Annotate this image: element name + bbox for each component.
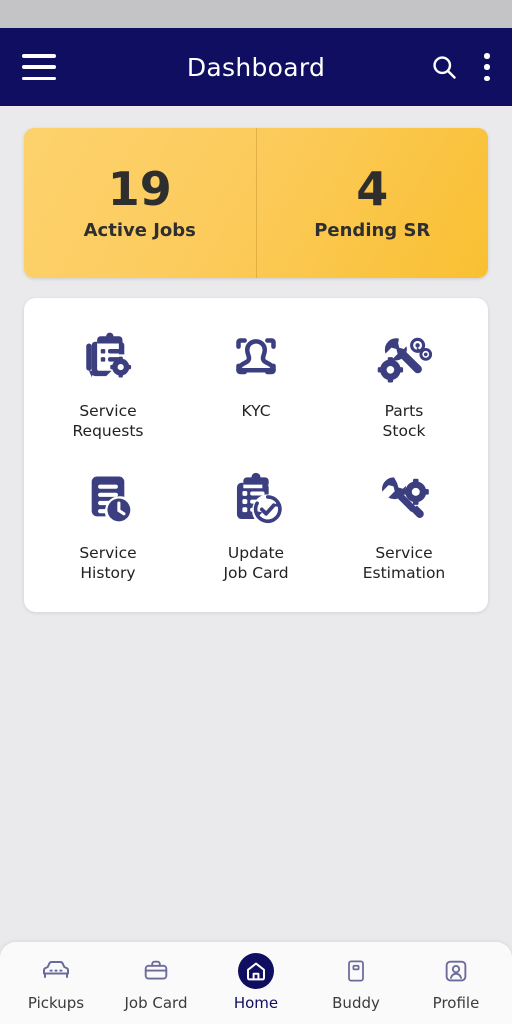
nav-item-buddy[interactable]: Buddy bbox=[310, 954, 402, 1012]
person-icon bbox=[441, 954, 471, 988]
wrench-screwdriver-gear-icon bbox=[372, 470, 436, 530]
stat-value: 19 bbox=[107, 161, 172, 216]
search-icon[interactable] bbox=[430, 53, 458, 81]
more-vertical-icon[interactable] bbox=[484, 53, 490, 81]
stat-active-jobs[interactable]: 19 Active Jobs bbox=[24, 128, 256, 278]
nav-item-label: Profile bbox=[432, 994, 480, 1012]
menu-grid-card: Service Requests KYC Parts Stock Service… bbox=[24, 298, 488, 612]
clipboard-gear-icon bbox=[76, 328, 140, 388]
menu-item-label: Update Job Card bbox=[223, 543, 289, 583]
stat-label: Active Jobs bbox=[83, 219, 196, 241]
nav-item-label: Home bbox=[233, 994, 279, 1012]
nav-item-label: Job Card bbox=[124, 994, 188, 1012]
document-clock-icon bbox=[76, 470, 140, 530]
menu-item-kyc[interactable]: KYC bbox=[182, 324, 330, 446]
stats-card: 19 Active Jobs 4 Pending SR bbox=[24, 128, 488, 278]
nav-item-label: Buddy bbox=[332, 994, 380, 1012]
stat-label: Pending SR bbox=[314, 219, 431, 241]
menu-item-label: Service Requests bbox=[72, 402, 144, 441]
menu-item-service-estimation[interactable]: Service Estimation bbox=[330, 466, 478, 588]
status-bar bbox=[0, 0, 512, 28]
menu-item-label: Service Estimation bbox=[362, 543, 446, 583]
hamburger-menu-icon[interactable] bbox=[22, 54, 56, 80]
app-bar-actions bbox=[430, 53, 490, 81]
menu-item-label: Service History bbox=[79, 543, 137, 583]
face-scan-icon bbox=[224, 328, 288, 388]
menu-item-service-history[interactable]: Service History bbox=[34, 466, 182, 588]
briefcase-icon bbox=[141, 954, 171, 988]
home-icon bbox=[238, 953, 274, 989]
nav-item-home[interactable]: Home bbox=[210, 953, 302, 1012]
app-bar: Dashboard bbox=[0, 28, 512, 106]
menu-item-service-requests[interactable]: Service Requests bbox=[34, 324, 182, 446]
menu-item-update-job-card[interactable]: Update Job Card bbox=[182, 466, 330, 588]
menu-item-parts-stock[interactable]: Parts Stock bbox=[330, 324, 478, 446]
main-content: 19 Active Jobs 4 Pending SR Service Requ… bbox=[0, 106, 512, 1024]
nav-item-label: Pickups bbox=[27, 994, 85, 1012]
clipboard-refresh-check-icon bbox=[224, 470, 288, 530]
id-card-icon bbox=[342, 954, 370, 988]
stat-pending-sr[interactable]: 4 Pending SR bbox=[255, 128, 489, 278]
stat-value: 4 bbox=[356, 161, 389, 216]
wrench-gear-chain-icon bbox=[372, 328, 436, 388]
app-screen: Dashboard 19 Active Jobs 4 Pending SR Se… bbox=[0, 0, 512, 1024]
nav-item-pickups[interactable]: Pickups bbox=[10, 954, 102, 1012]
menu-item-label: KYC bbox=[241, 402, 271, 420]
car-icon bbox=[40, 954, 72, 988]
nav-item-job-card[interactable]: Job Card bbox=[110, 954, 202, 1012]
bottom-navigation-bar: Pickups Job Card Home Buddy Profile bbox=[0, 942, 512, 1024]
nav-item-profile[interactable]: Profile bbox=[410, 954, 502, 1012]
menu-item-label: Parts Stock bbox=[382, 402, 426, 441]
